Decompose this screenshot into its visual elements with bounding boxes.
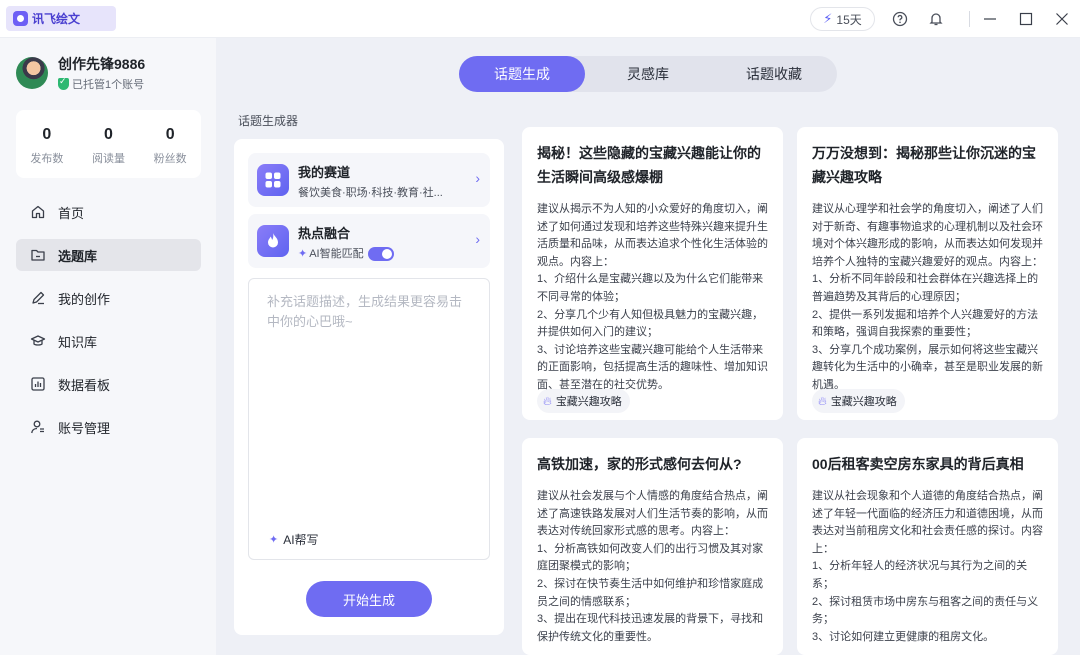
ai-match-label: AI智能匹配 — [309, 248, 364, 260]
stat-published: 0 发布数 — [16, 110, 78, 178]
flame-icon: 🔥︎ — [543, 393, 552, 408]
stat-label: 粉丝数 — [153, 153, 187, 165]
tab-topic-favorites[interactable]: 话题收藏 — [711, 56, 837, 92]
start-generate-button[interactable]: 开始生成 — [306, 581, 432, 617]
ai-help-button[interactable]: ✦ AI帮写 — [269, 531, 319, 548]
chevron-right-icon: › — [475, 231, 480, 247]
stat-followers: 0 粉丝数 — [139, 110, 201, 178]
topic-card-body: 建议从心理学和社会学的角度切入，阐述了人们对于新奇、有趣事物追求的心理机制以及社… — [812, 203, 1043, 391]
sidebar-item-label: 选题库 — [58, 248, 98, 264]
stat-value: 0 — [104, 126, 113, 143]
lightning-icon: ⚡ — [823, 11, 833, 26]
sidebar-item-topic-library[interactable]: 选题库 — [16, 239, 201, 271]
main-tabs: 话题生成 灵感库 话题收藏 — [459, 56, 837, 92]
grid-icon — [257, 164, 289, 196]
managed-accounts: 已托管1个账号 — [58, 76, 144, 92]
topic-description-input[interactable]: 补充话题描述，生成结果更容易击中你的心巴哦~ ✦ AI帮写 — [248, 278, 490, 560]
hot-topic-fusion-option[interactable]: 热点融合 ✦ AI智能匹配 › — [248, 214, 490, 268]
username: 创作先锋9886 — [58, 56, 146, 72]
app-logo-icon — [13, 11, 28, 26]
topic-card-body: 建议从社会发展与个人情感的角度结合热点，阐述了高速铁路发展对人们生活节奏的影响，… — [537, 490, 768, 643]
stat-label: 阅读量 — [92, 153, 125, 165]
maximize-icon[interactable] — [1016, 9, 1036, 29]
flame-icon: 🔥︎ — [818, 393, 827, 408]
user-settings-icon — [30, 419, 46, 435]
sidebar-item-label: 数据看板 — [58, 377, 111, 393]
sidebar: 创作先锋9886 已托管1个账号 0 发布数 0 阅读量 0 粉丝数 首页 选题… — [0, 38, 216, 655]
shield-check-icon — [58, 76, 69, 90]
home-icon — [30, 204, 46, 220]
avatar[interactable] — [16, 57, 48, 89]
sidebar-nav: 首页 选题库 我的创作 知识库 数据看板 账号管理 — [16, 196, 201, 454]
sidebar-item-account-management[interactable]: 账号管理 — [16, 411, 201, 443]
topic-tag-label: 宝藏兴趣攻略 — [555, 396, 622, 408]
sparkle-icon: ✦ — [269, 534, 279, 546]
topic-card[interactable]: 万万没想到：揭秘那些让你沉迷的宝藏兴趣攻略 建议从心理学和社会学的角度切入，阐述… — [797, 127, 1058, 420]
section-title: 话题生成器 — [238, 114, 299, 128]
topic-card-title: 揭秘！这些隐藏的宝藏兴趣能让你的生活瞬间高级感爆棚 — [537, 145, 761, 185]
managed-accounts-text: 已托管1个账号 — [72, 79, 145, 91]
sidebar-item-label: 账号管理 — [58, 420, 111, 436]
title-bar: 讯飞绘文 ⚡ 15天 — [0, 0, 1080, 38]
help-icon[interactable] — [890, 9, 910, 29]
titlebar-divider — [969, 11, 970, 27]
stat-value: 0 — [42, 126, 52, 143]
topic-tag-label: 宝藏兴趣攻略 — [830, 396, 897, 408]
my-track-option[interactable]: 我的赛道 餐饮美食·职场·科技·教育·社... › — [248, 153, 490, 207]
stats-panel: 0 发布数 0 阅读量 0 粉丝数 — [16, 110, 201, 178]
graduation-cap-icon — [30, 333, 46, 349]
sidebar-item-label: 首页 — [58, 205, 85, 221]
minimize-icon[interactable] — [980, 9, 1000, 29]
app-logo[interactable]: 讯飞绘文 — [6, 6, 116, 31]
topic-card-title: 高铁加速，家的形式感何去何从? — [537, 456, 742, 472]
topic-card[interactable]: 高铁加速，家的形式感何去何从? 建议从社会发展与个人情感的角度结合热点，阐述了高… — [522, 438, 783, 655]
sidebar-item-label: 知识库 — [58, 334, 98, 350]
pen-icon — [30, 290, 46, 306]
topic-card[interactable]: 揭秘！这些隐藏的宝藏兴趣能让你的生活瞬间高级感爆棚 建议从揭示不为人知的小众爱好… — [522, 127, 783, 420]
stat-label: 发布数 — [30, 153, 64, 165]
topic-generator-panel: 我的赛道 餐饮美食·职场·科技·教育·社... › 热点融合 ✦ AI智能匹配 ›… — [234, 139, 504, 635]
tab-inspiration-library[interactable]: 灵感库 — [585, 56, 711, 92]
bell-icon[interactable] — [926, 9, 946, 29]
stat-reads: 0 阅读量 — [78, 110, 140, 178]
stat-value: 0 — [165, 126, 175, 143]
ai-help-label: AI帮写 — [283, 533, 319, 547]
sidebar-item-my-creations[interactable]: 我的创作 — [16, 282, 201, 314]
chevron-right-icon: › — [475, 170, 480, 186]
my-track-title: 我的赛道 — [298, 165, 351, 180]
ai-match-row: ✦ AI智能匹配 — [298, 245, 458, 262]
topic-card-title: 万万没想到：揭秘那些让你沉迷的宝藏兴趣攻略 — [812, 145, 1036, 185]
sidebar-item-home[interactable]: 首页 — [16, 196, 201, 228]
bar-chart-icon — [30, 376, 46, 392]
tab-topic-generation[interactable]: 话题生成 — [459, 56, 585, 92]
topic-card-body: 建议从揭示不为人知的小众爱好的角度切入，阐述了如何通过发现和培养这些特殊兴趣来提… — [537, 203, 768, 391]
energy-value: 15天 — [836, 12, 862, 27]
topic-card[interactable]: 00后租客卖空房东家具的背后真相 建议从社会现象和个人道德的角度结合热点，阐述了… — [797, 438, 1058, 655]
energy-badge[interactable]: ⚡ 15天 — [810, 7, 875, 31]
topic-description-placeholder: 补充话题描述，生成结果更容易击中你的心巴哦~ — [267, 294, 463, 329]
sparkle-icon: ✦ — [298, 248, 308, 260]
flame-icon — [257, 225, 289, 257]
app-name: 讯飞绘文 — [32, 12, 81, 26]
sidebar-item-knowledge-base[interactable]: 知识库 — [16, 325, 201, 357]
hot-topic-title: 热点融合 — [298, 226, 351, 241]
topic-tag[interactable]: 🔥︎ 宝藏兴趣攻略 — [812, 389, 905, 413]
topic-card-title: 00后租客卖空房东家具的背后真相 — [812, 456, 1024, 472]
sidebar-item-label: 我的创作 — [58, 291, 111, 307]
folder-icon — [30, 247, 46, 263]
ai-match-toggle[interactable] — [367, 247, 394, 262]
topic-card-body: 建议从社会现象和个人道德的角度结合热点，阐述了年轻一代面临的经济压力和道德困境，… — [812, 490, 1043, 643]
close-icon[interactable] — [1052, 9, 1072, 29]
my-track-categories: 餐饮美食·职场·科技·教育·社... — [298, 187, 443, 199]
sidebar-item-dashboard[interactable]: 数据看板 — [16, 368, 201, 400]
topic-tag[interactable]: 🔥︎ 宝藏兴趣攻略 — [537, 389, 630, 413]
